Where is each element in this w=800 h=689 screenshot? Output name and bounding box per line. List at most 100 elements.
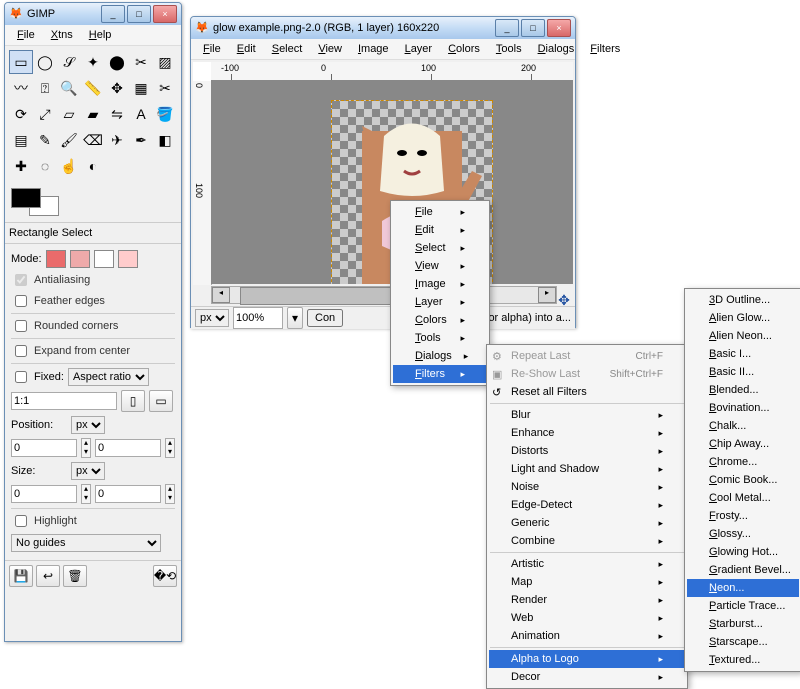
- size-w-spin[interactable]: ▴▾: [81, 484, 91, 504]
- ellipse-select-tool[interactable]: ◯: [33, 50, 57, 74]
- heal-tool[interactable]: ✚: [9, 154, 33, 178]
- bucket-fill-tool[interactable]: 🪣: [153, 102, 177, 126]
- fixed-checkbox[interactable]: [15, 371, 27, 383]
- menu-dialogs[interactable]: Dialogs: [530, 41, 583, 57]
- alpha-frosty[interactable]: Frosty...: [687, 507, 799, 525]
- close-button[interactable]: ×: [153, 5, 177, 23]
- ctx-dialogs[interactable]: Dialogs▸: [393, 347, 487, 365]
- maximize-button[interactable]: □: [521, 19, 545, 37]
- alpha-blended[interactable]: Blended...: [687, 381, 799, 399]
- filters-enhance[interactable]: Enhance▸: [489, 424, 685, 442]
- scroll-left-icon[interactable]: ◂: [212, 287, 230, 303]
- navigation-icon[interactable]: ✥: [557, 293, 571, 307]
- filters-alpha-to-logo[interactable]: Alpha to Logo▸: [489, 650, 685, 668]
- text-tool[interactable]: A: [129, 102, 153, 126]
- maximize-button[interactable]: □: [127, 5, 151, 23]
- save-options-icon[interactable]: 💾: [9, 565, 33, 587]
- ctx-tools[interactable]: Tools▸: [393, 329, 487, 347]
- scissors-tool[interactable]: ✂: [129, 50, 153, 74]
- status-button[interactable]: Con: [307, 309, 343, 327]
- alpha-glowing-hot[interactable]: Glowing Hot...: [687, 543, 799, 561]
- ctx-edit[interactable]: Edit▸: [393, 221, 487, 239]
- menu-layer[interactable]: Layer: [397, 41, 441, 57]
- mode-subtract[interactable]: [94, 250, 114, 268]
- ctx-filters[interactable]: Filters▸: [393, 365, 487, 383]
- ctx-colors[interactable]: Colors▸: [393, 311, 487, 329]
- highlight-checkbox[interactable]: [15, 515, 27, 527]
- move-tool[interactable]: ✥: [105, 76, 129, 100]
- by-color-select-tool[interactable]: ⬤: [105, 50, 129, 74]
- filters-artistic[interactable]: Artistic▸: [489, 555, 685, 573]
- minimize-button[interactable]: _: [101, 5, 125, 23]
- filters-map[interactable]: Map▸: [489, 573, 685, 591]
- ctx-image[interactable]: Image▸: [393, 275, 487, 293]
- landscape-icon[interactable]: ▭: [149, 390, 173, 412]
- color-picker-tool[interactable]: ⍰: [33, 76, 57, 100]
- ctx-file[interactable]: File▸: [393, 203, 487, 221]
- rect-select-tool[interactable]: ▭: [9, 50, 33, 74]
- free-select-tool[interactable]: 𝒮: [57, 50, 81, 74]
- mode-add[interactable]: [70, 250, 90, 268]
- titlebar[interactable]: 🦊 glow example.png-2.0 (RGB, 1 layer) 16…: [191, 17, 575, 39]
- rounded-checkbox[interactable]: [15, 320, 27, 332]
- ctx-layer[interactable]: Layer▸: [393, 293, 487, 311]
- ctx-select[interactable]: Select▸: [393, 239, 487, 257]
- scroll-right-icon[interactable]: ▸: [538, 287, 556, 303]
- zoom-tool[interactable]: 🔍: [57, 76, 81, 100]
- reset-options-icon[interactable]: �⟲: [153, 565, 177, 587]
- menu-file[interactable]: File: [195, 41, 229, 57]
- flip-tool[interactable]: ⇋: [105, 102, 129, 126]
- menu-select[interactable]: Select: [264, 41, 311, 57]
- crop-tool[interactable]: ✂: [153, 76, 177, 100]
- alpha-chalk[interactable]: Chalk...: [687, 417, 799, 435]
- fg-color[interactable]: [11, 188, 41, 208]
- filters-decor[interactable]: Decor▸: [489, 668, 685, 686]
- rotate-tool[interactable]: ⟳: [9, 102, 33, 126]
- paths-tool[interactable]: 〰: [9, 76, 33, 100]
- unit-select[interactable]: px: [195, 309, 229, 327]
- portrait-icon[interactable]: ▯: [121, 390, 145, 412]
- zoom-input[interactable]: [233, 307, 283, 329]
- alpha-starscape[interactable]: Starscape...: [687, 633, 799, 651]
- fuzzy-select-tool[interactable]: ✦: [81, 50, 105, 74]
- alpha-basic-ii[interactable]: Basic II...: [687, 363, 799, 381]
- filters-noise[interactable]: Noise▸: [489, 478, 685, 496]
- alpha-basic-i[interactable]: Basic I...: [687, 345, 799, 363]
- scrollbar-horizontal[interactable]: ◂ ▸: [211, 286, 557, 304]
- scale-tool[interactable]: ⤢: [33, 102, 57, 126]
- menu-xtns[interactable]: Xtns: [43, 27, 81, 43]
- menu-filters[interactable]: Filters: [582, 41, 628, 57]
- alpha-comic-book[interactable]: Comic Book...: [687, 471, 799, 489]
- align-tool[interactable]: ▦: [129, 76, 153, 100]
- pos-y-input[interactable]: [95, 439, 161, 457]
- alpha-cool-metal[interactable]: Cool Metal...: [687, 489, 799, 507]
- eraser-tool[interactable]: ⌫: [81, 128, 105, 152]
- pos-y-spin[interactable]: ▴▾: [165, 438, 175, 458]
- blur-tool[interactable]: ◌: [33, 154, 57, 178]
- menu-help[interactable]: Help: [81, 27, 120, 43]
- size-w-input[interactable]: [11, 485, 77, 503]
- perspective-tool[interactable]: ▰: [81, 102, 105, 126]
- alpha-alien-neon[interactable]: Alien Neon...: [687, 327, 799, 345]
- clone-tool[interactable]: ◧: [153, 128, 177, 152]
- alpha-chrome[interactable]: Chrome...: [687, 453, 799, 471]
- pencil-tool[interactable]: ✎: [33, 128, 57, 152]
- minimize-button[interactable]: _: [495, 19, 519, 37]
- filters-reset-all-filters[interactable]: ↺Reset all Filters: [489, 383, 685, 401]
- menu-file[interactable]: File: [9, 27, 43, 43]
- close-button[interactable]: ×: [547, 19, 571, 37]
- dodge-tool[interactable]: ◐: [81, 154, 105, 178]
- feather-checkbox[interactable]: [15, 295, 27, 307]
- alpha-bovination[interactable]: Bovination...: [687, 399, 799, 417]
- alpha-glossy[interactable]: Glossy...: [687, 525, 799, 543]
- fixed-select[interactable]: Aspect ratio: [68, 368, 149, 386]
- filters-render[interactable]: Render▸: [489, 591, 685, 609]
- menu-view[interactable]: View: [310, 41, 350, 57]
- measure-tool[interactable]: 📏: [81, 76, 105, 100]
- restore-options-icon[interactable]: ↩: [36, 565, 60, 587]
- pos-x-input[interactable]: [11, 439, 77, 457]
- filters-animation[interactable]: Animation▸: [489, 627, 685, 645]
- size-h-input[interactable]: [95, 485, 161, 503]
- alpha-starburst[interactable]: Starburst...: [687, 615, 799, 633]
- alpha-3d-outline[interactable]: 3D Outline...: [687, 291, 799, 309]
